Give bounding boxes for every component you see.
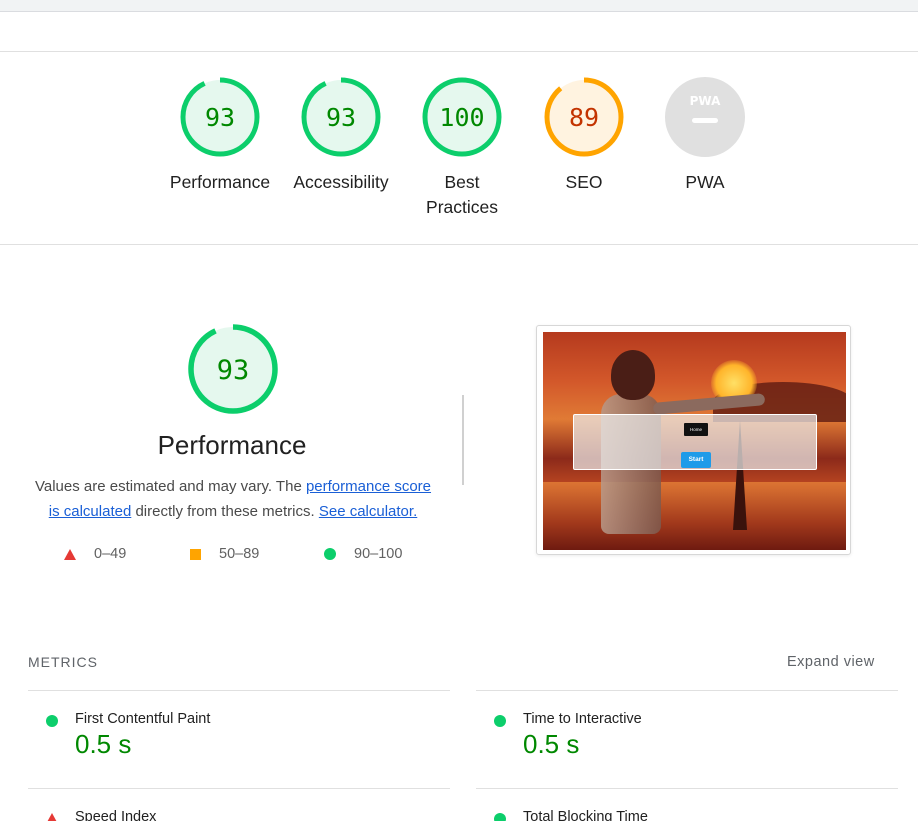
legend-pass: 90–100 xyxy=(324,546,402,562)
gauge-seo[interactable]: 89 SEO xyxy=(524,76,644,195)
gauge-accessibility-score: 93 xyxy=(326,103,356,132)
browser-top-bar xyxy=(0,0,918,12)
expand-view-toggle[interactable]: Expand view xyxy=(787,654,875,670)
gauge-seo-label: SEO xyxy=(565,172,603,192)
vertical-separator xyxy=(462,395,464,485)
metrics-divider-left-1 xyxy=(28,690,450,691)
metric-value: 0.5 s xyxy=(75,729,132,759)
see-calculator-link[interactable]: See calculator. xyxy=(319,503,417,520)
gauge-seo-ring: 89 xyxy=(544,77,624,157)
screenshot-home-button: Home xyxy=(684,423,708,436)
metric-time-to-interactive: Time to Interactive 0.5 s xyxy=(476,711,876,771)
gauge-performance-label: Performance xyxy=(169,172,271,192)
pass-circle-icon xyxy=(324,548,336,560)
pass-circle-icon xyxy=(494,715,506,727)
divider-gauges xyxy=(0,244,918,245)
metric-name: First Contentful Paint xyxy=(75,711,211,727)
gauge-best-practices-score: 100 xyxy=(439,103,484,132)
pwa-badge-icon: PWA xyxy=(665,77,745,157)
fail-triangle-icon xyxy=(64,548,76,560)
legend-pass-label: 90–100 xyxy=(354,546,403,562)
metrics-divider-right-1 xyxy=(476,690,898,691)
gauge-best-practices[interactable]: 100 Best Practices xyxy=(402,76,522,220)
metric-name: Total Blocking Time xyxy=(523,809,648,821)
metric-first-contentful-paint: First Contentful Paint 0.5 s xyxy=(28,711,428,771)
gauge-best-practices-label: Best Practices xyxy=(426,172,498,217)
score-gauges: 93 Performance 93 Accessibility 100 Best… xyxy=(0,52,918,244)
screenshot-water xyxy=(543,482,846,550)
gauge-accessibility-label: Accessibility xyxy=(293,172,389,192)
metric-speed-index: Speed Index xyxy=(28,809,428,821)
performance-score: 93 xyxy=(217,355,250,386)
performance-description: Values are estimated and may vary. The p… xyxy=(30,474,436,524)
gauge-pwa[interactable]: PWA PWA xyxy=(645,76,765,195)
pwa-badge-text: PWA xyxy=(690,94,721,108)
description-text-1: Values are estimated and may vary. The xyxy=(34,478,306,495)
legend-average: 50–89 xyxy=(190,546,259,562)
gauge-seo-score: 89 xyxy=(569,103,599,132)
screenshot-image: Home Start xyxy=(543,332,846,550)
gauge-accessibility[interactable]: 93 Accessibility xyxy=(281,76,401,195)
screenshot-overlay-panel: Home Start xyxy=(573,414,817,470)
legend-fail-label: 0–49 xyxy=(94,546,127,562)
description-text-2: directly from these metrics. xyxy=(131,503,319,520)
pass-circle-icon xyxy=(494,813,506,821)
legend-fail: 0–49 xyxy=(64,546,126,562)
gauge-best-practices-ring: 100 xyxy=(422,77,502,157)
metric-name: Speed Index xyxy=(75,809,157,821)
performance-gauge: 93 xyxy=(188,324,278,414)
average-square-icon xyxy=(190,548,201,560)
gauge-accessibility-ring: 93 xyxy=(301,77,381,157)
legend-average-label: 50–89 xyxy=(219,546,260,562)
screenshot-start-button: Start xyxy=(681,452,711,468)
score-legend: 0–49 50–89 90–100 xyxy=(0,546,464,570)
metrics-divider-right-2 xyxy=(476,788,898,789)
final-screenshot[interactable]: Home Start xyxy=(536,325,851,555)
metric-total-blocking-time: Total Blocking Time xyxy=(476,809,876,821)
metrics-heading: METRICS xyxy=(28,654,98,670)
gauge-pwa-label: PWA xyxy=(685,172,725,192)
performance-title: Performance xyxy=(157,430,307,460)
pass-circle-icon xyxy=(46,715,58,727)
fail-triangle-icon xyxy=(46,813,58,821)
metric-value: 0.5 s xyxy=(523,729,580,759)
metrics-divider-left-2 xyxy=(28,788,450,789)
screenshot-figure-head xyxy=(611,350,655,400)
gauge-performance[interactable]: 93 Performance xyxy=(160,76,280,195)
gauge-performance-ring: 93 xyxy=(180,77,260,157)
metric-name: Time to Interactive xyxy=(523,711,642,727)
gauge-performance-score: 93 xyxy=(205,103,235,132)
